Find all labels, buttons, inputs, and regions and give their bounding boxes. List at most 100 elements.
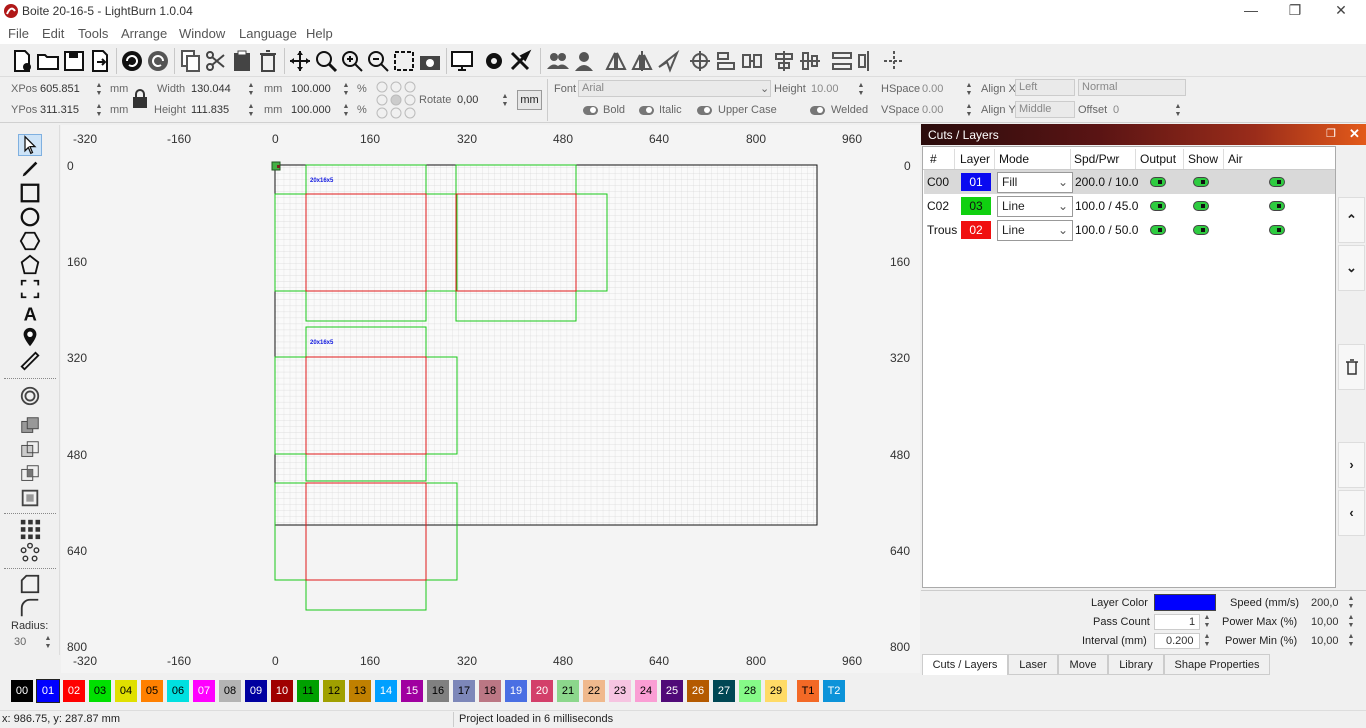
scale-height-field[interactable]: 100.000 (291, 104, 331, 116)
expand-right-button[interactable]: › (1338, 442, 1365, 488)
palette-swatch-17[interactable]: 17 (453, 680, 475, 702)
pentagon-tool-icon[interactable] (18, 254, 42, 276)
frame-tool-icon[interactable] (18, 278, 42, 300)
corner-chamfer-icon[interactable] (18, 573, 42, 595)
pass-count-field[interactable]: 1 (1189, 616, 1195, 628)
distribute-v-icon[interactable] (856, 49, 880, 73)
menu-help[interactable]: Help (306, 26, 333, 41)
mode-select[interactable]: Line ⌄ (997, 220, 1073, 241)
scale-height-spin[interactable]: ▲ ▼ (342, 103, 350, 119)
palette-swatch-06[interactable]: 06 (167, 680, 189, 702)
move-layer-down-button[interactable]: ⌄ (1338, 245, 1365, 291)
vspace-spin[interactable]: ▲ ▼ (965, 103, 973, 119)
vspace-field[interactable]: 0.00 (922, 104, 943, 116)
cut-icon[interactable] (204, 49, 228, 73)
interval-field[interactable]: 0.200 (1166, 635, 1194, 647)
pass-count-spin[interactable]: ▲ ▼ (1203, 614, 1211, 630)
position-pin-icon[interactable] (18, 326, 42, 348)
font-height-field[interactable]: 10.00 (811, 83, 839, 95)
tab-library[interactable]: Library (1108, 654, 1164, 675)
palette-swatch-26[interactable]: 26 (687, 680, 709, 702)
palette-swatch-09[interactable]: 09 (245, 680, 267, 702)
center-dashed-icon[interactable] (882, 49, 906, 73)
restore-icon[interactable]: ❐ (1280, 2, 1310, 20)
text-tool-icon[interactable]: A (18, 302, 42, 324)
speed-spin[interactable]: ▲ ▼ (1347, 595, 1355, 611)
rotate-field[interactable]: 0,00 (457, 94, 478, 106)
offset-spin[interactable]: ▲ ▼ (1174, 103, 1182, 119)
air-toggle[interactable] (1269, 177, 1285, 187)
align-middle-icon[interactable] (798, 49, 822, 73)
redo-icon[interactable] (146, 49, 170, 73)
hspace-spin[interactable]: ▲ ▼ (965, 82, 973, 98)
palette-swatch-14[interactable]: 14 (375, 680, 397, 702)
select-arrow-icon[interactable] (18, 134, 42, 156)
menu-file[interactable]: File (8, 26, 29, 41)
font-select[interactable]: Arial (578, 80, 771, 97)
palette-swatch-08[interactable]: 08 (219, 680, 241, 702)
zoom-fit-icon[interactable] (314, 49, 338, 73)
palette-swatch-T2[interactable]: T2 (823, 680, 845, 702)
tab-cuts-layers[interactable]: Cuts / Layers (922, 654, 1008, 675)
copy-icon[interactable] (178, 49, 202, 73)
palette-swatch-16[interactable]: 16 (427, 680, 449, 702)
distribute-h-icon[interactable] (830, 49, 854, 73)
interval-spin[interactable]: ▲ ▼ (1203, 633, 1211, 649)
paste-icon[interactable] (230, 49, 254, 73)
output-toggle[interactable] (1150, 177, 1166, 187)
mode-select[interactable]: Line ⌄ (997, 196, 1073, 217)
tab-shape-properties[interactable]: Shape Properties (1164, 654, 1270, 675)
width-spin[interactable]: ▲ ▼ (247, 82, 255, 98)
height-spin[interactable]: ▲ ▼ (247, 103, 255, 119)
palette-swatch-18[interactable]: 18 (479, 680, 501, 702)
zoom-in-icon[interactable] (340, 49, 364, 73)
palette-swatch-25[interactable]: 25 (661, 680, 683, 702)
xpos-field[interactable]: 605.851 (40, 83, 80, 95)
mm-toggle-button[interactable]: mm (517, 90, 542, 110)
radius-spin[interactable]: ▲ ▼ (44, 635, 52, 651)
menu-arrange[interactable]: Arrange (121, 26, 167, 41)
palette-swatch-28[interactable]: 28 (739, 680, 761, 702)
palette-swatch-27[interactable]: 27 (713, 680, 735, 702)
palette-swatch-24[interactable]: 24 (635, 680, 657, 702)
menu-window[interactable]: Window (179, 26, 225, 41)
palette-swatch-03[interactable]: 03 (89, 680, 111, 702)
ypos-spin[interactable]: ▲ ▼ (95, 103, 103, 119)
palette-swatch-23[interactable]: 23 (609, 680, 631, 702)
layer-row[interactable]: C02 03 Line ⌄ 100.0 / 45.0 (924, 194, 1335, 218)
power-max-spin[interactable]: ▲ ▼ (1347, 614, 1355, 630)
offset-field[interactable]: 0 (1113, 104, 1119, 116)
delete-icon[interactable] (256, 49, 280, 73)
palette-swatch-05[interactable]: 05 (141, 680, 163, 702)
camera-icon[interactable] (418, 49, 442, 73)
palette-swatch-01[interactable]: 01 (36, 679, 60, 703)
align-right-icon[interactable] (740, 49, 764, 73)
collapse-left-button[interactable]: ‹ (1338, 490, 1365, 536)
open-folder-icon[interactable] (36, 49, 60, 73)
close-icon[interactable]: ✕ (1326, 2, 1356, 20)
font-dropdown-icon[interactable]: ⌄ (760, 82, 769, 95)
offset-shapes-icon[interactable] (18, 385, 42, 407)
minimize-icon[interactable]: — (1236, 2, 1266, 20)
settings-gear-icon[interactable] (482, 49, 506, 73)
power-min-field[interactable]: 10,00 (1311, 635, 1339, 647)
frame-selection-icon[interactable] (392, 49, 416, 73)
flip-horizontal-icon[interactable] (604, 49, 628, 73)
style-select[interactable]: Normal (1078, 79, 1186, 96)
aligny-select[interactable]: Middle (1015, 101, 1075, 118)
show-toggle[interactable] (1193, 177, 1209, 187)
tab-laser[interactable]: Laser (1008, 654, 1058, 675)
air-toggle[interactable] (1269, 201, 1285, 211)
palette-swatch-22[interactable]: 22 (583, 680, 605, 702)
scale-width-spin[interactable]: ▲ ▼ (342, 82, 350, 98)
output-toggle[interactable] (1150, 225, 1166, 235)
close-panel-icon[interactable]: ✕ (1349, 126, 1360, 142)
width-field[interactable]: 130.044 (191, 83, 231, 95)
xpos-spin[interactable]: ▲ ▼ (95, 82, 103, 98)
monitor-icon[interactable] (450, 49, 474, 73)
uppercase-toggle[interactable] (697, 106, 712, 115)
engrave-text-1[interactable]: 20x16x5 (310, 178, 334, 184)
palette-swatch-21[interactable]: 21 (557, 680, 579, 702)
measure-ruler-icon[interactable] (18, 350, 42, 372)
palette-swatch-00[interactable]: 00 (11, 680, 33, 702)
